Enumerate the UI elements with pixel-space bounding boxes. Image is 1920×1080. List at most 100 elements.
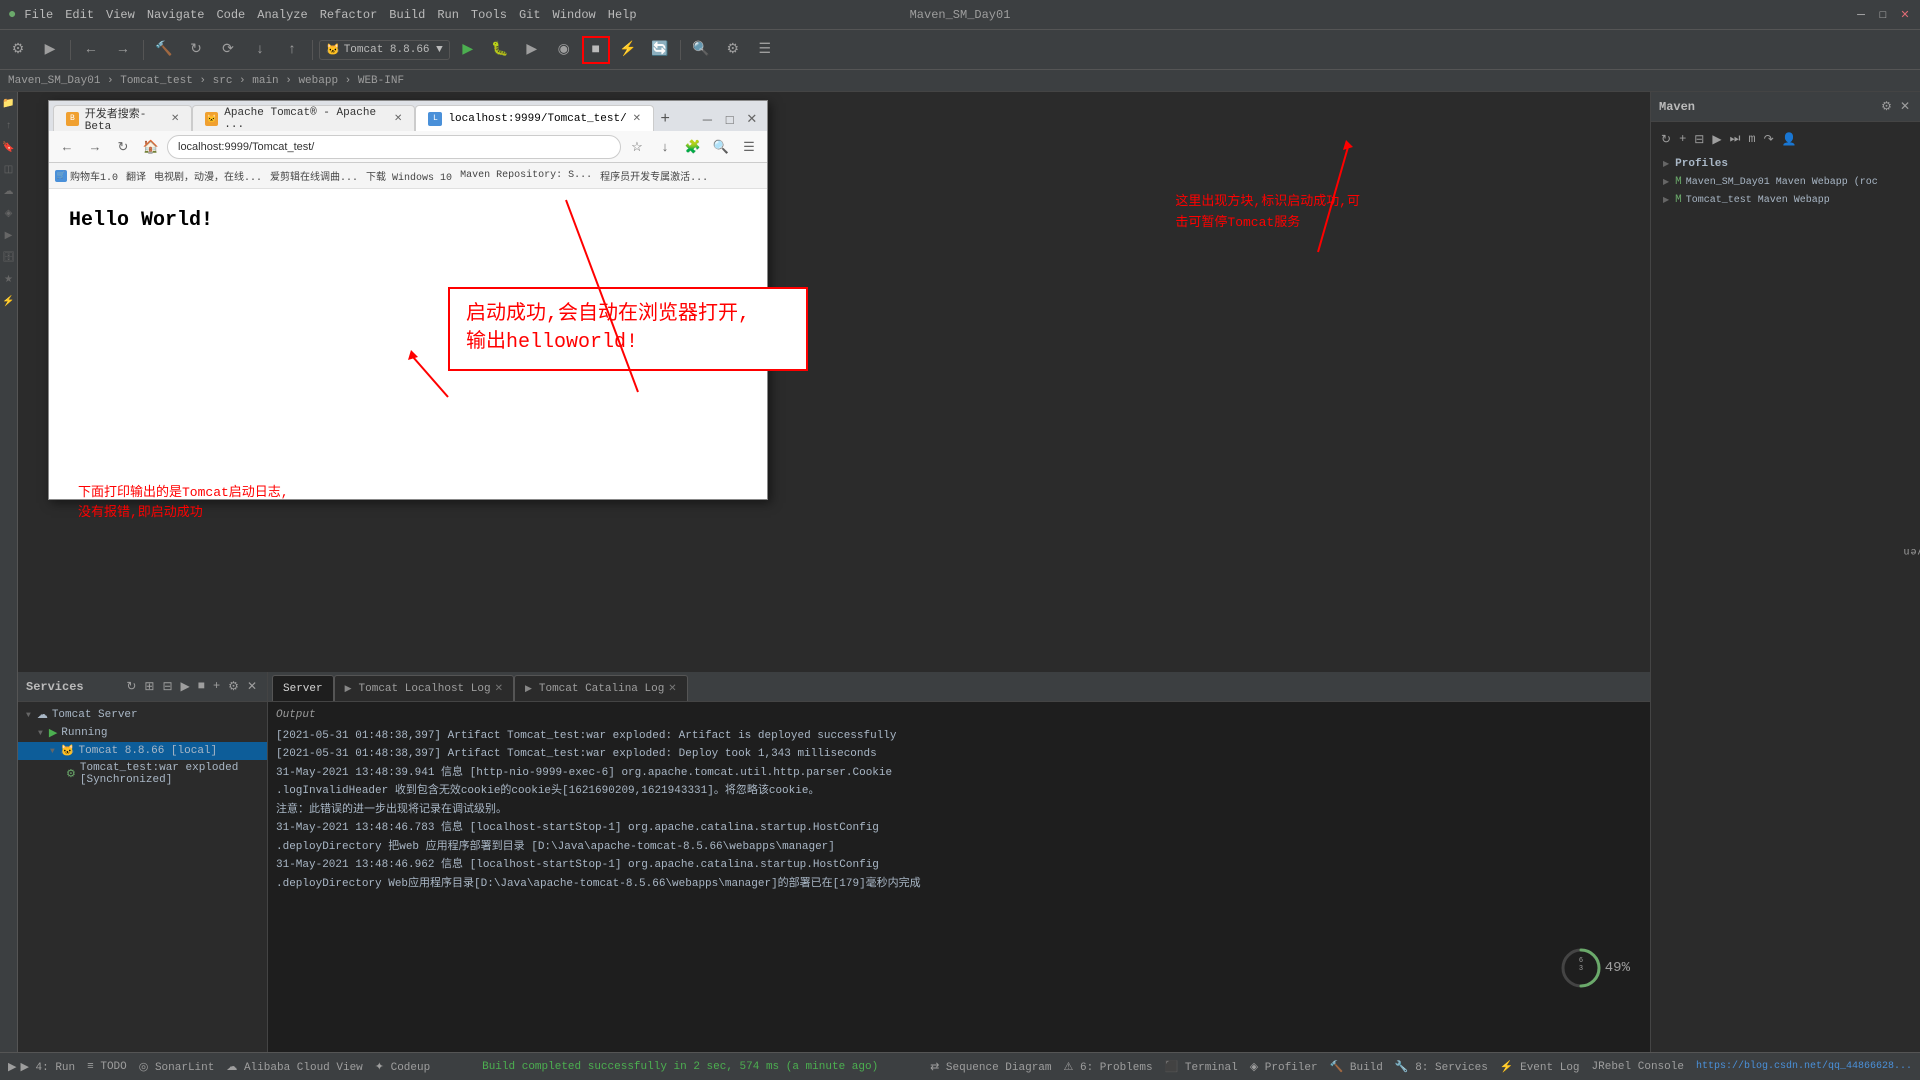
browser-maximize-btn[interactable]: □ xyxy=(719,107,741,131)
jrebel-console-item[interactable]: JRebel Console xyxy=(1592,1061,1684,1073)
bookmark-7[interactable]: 程序员开发专属激活... xyxy=(600,168,708,184)
menu-file[interactable]: File xyxy=(24,8,53,22)
maven-add-icon[interactable]: + xyxy=(1677,130,1688,149)
services-expand-icon[interactable]: ⊞ xyxy=(142,677,156,696)
browser-tab-3[interactable]: L localhost:9999/Tomcat_test/ ✕ xyxy=(415,105,654,131)
event-log-item[interactable]: ⚡ Event Log xyxy=(1500,1060,1580,1074)
tree-item-artifact[interactable]: ⚙ Tomcat_test:war exploded [Synchronized… xyxy=(18,760,267,788)
services-close-icon[interactable]: ✕ xyxy=(245,677,259,696)
tab2-close[interactable]: ✕ xyxy=(394,113,402,125)
maven-icon-m[interactable]: m xyxy=(1746,130,1757,149)
browser-minimize-btn[interactable]: ─ xyxy=(696,107,718,131)
sonar-status-item[interactable]: ◎ SonarLint xyxy=(139,1060,215,1074)
server-tab-2[interactable]: ▶ Tomcat Localhost Log ✕ xyxy=(334,675,514,701)
todo-status-item[interactable]: ≡ TODO xyxy=(87,1061,127,1073)
server-tab-2-close[interactable]: ✕ xyxy=(495,683,503,695)
menu-git[interactable]: Git xyxy=(519,8,541,22)
browser-tab-1[interactable]: B 开发者搜索-Beta ✕ xyxy=(53,105,192,131)
browser-close-btn[interactable]: ✕ xyxy=(741,107,763,131)
alibaba-icon[interactable]: ☁ xyxy=(1,184,17,200)
services-add-icon[interactable]: + xyxy=(211,677,222,696)
toolbar-icon-6[interactable]: ☰ xyxy=(751,36,779,64)
toolbar-forward-icon[interactable]: → xyxy=(109,36,137,64)
bookmark-4[interactable]: 爱剪辑在线调曲... xyxy=(270,168,358,184)
project-icon[interactable]: 📁 xyxy=(1,96,17,112)
debug-button[interactable]: 🐛 xyxy=(486,36,514,64)
server-tab-3[interactable]: ▶ Tomcat Catalina Log ✕ xyxy=(514,675,688,701)
sequence-diagram-item[interactable]: ⇄ Sequence Diagram xyxy=(930,1060,1051,1074)
toolbar-build-icon[interactable]: 🔨 xyxy=(150,36,178,64)
browser-tab-2[interactable]: 🐱 Apache Tomcat® - Apache ... ✕ xyxy=(192,105,415,131)
settings-icon[interactable]: ⚙ xyxy=(719,36,747,64)
bookmark-1[interactable]: 🛒 购物车1.0 xyxy=(55,168,118,184)
home-btn[interactable]: 🏠 xyxy=(139,135,163,159)
build-item[interactable]: 🔨 Build xyxy=(1330,1060,1383,1074)
toolbar-icon-3[interactable]: ↓ xyxy=(246,36,274,64)
menu-build[interactable]: Build xyxy=(389,8,425,22)
toolbar-sync2-icon[interactable]: ⟳ xyxy=(214,36,242,64)
bookmark-6[interactable]: Maven Repository: S... xyxy=(460,170,592,181)
toolbar-icon-2[interactable]: ▶ xyxy=(36,36,64,64)
download-btn[interactable]: ↓ xyxy=(653,135,677,159)
maven-collapse-all-icon[interactable]: ⊟ xyxy=(1692,130,1706,149)
bookmark-3[interactable]: 电视剧，动漫，在线... xyxy=(154,168,262,184)
tab3-close[interactable]: ✕ xyxy=(633,113,641,125)
favorites-icon[interactable]: ★ xyxy=(1,272,17,288)
settings-menu-btn[interactable]: ☰ xyxy=(737,135,761,159)
menu-analyze[interactable]: Analyze xyxy=(257,8,307,22)
toolbar-icon-4[interactable]: ↑ xyxy=(278,36,306,64)
toolbar-sync-icon[interactable]: ↻ xyxy=(182,36,210,64)
run-status-item[interactable]: ▶ ▶ 4: Run xyxy=(8,1060,75,1074)
codeup-status-item[interactable]: ✦ Codeup xyxy=(375,1060,430,1074)
forward-btn[interactable]: → xyxy=(83,135,107,159)
menu-edit[interactable]: Edit xyxy=(65,8,94,22)
menu-window[interactable]: Window xyxy=(553,8,596,22)
terminal-item[interactable]: ⬛ Terminal xyxy=(1165,1060,1238,1074)
menu-run[interactable]: Run xyxy=(437,8,459,22)
services-run-icon[interactable]: ▶ xyxy=(179,677,192,696)
search-everywhere-icon[interactable]: 🔍 xyxy=(687,36,715,64)
menu-navigate[interactable]: Navigate xyxy=(147,8,205,22)
bookmark-5[interactable]: 下载 Windows 10 xyxy=(366,168,452,184)
extensions-btn[interactable]: 🧩 xyxy=(681,135,705,159)
maven-close-icon[interactable]: ✕ xyxy=(1898,97,1912,116)
services-refresh-icon[interactable]: ↻ xyxy=(124,677,138,696)
commit-icon[interactable]: ↑ xyxy=(1,118,17,134)
menu-code[interactable]: Code xyxy=(216,8,245,22)
bookmark-btn[interactable]: ☆ xyxy=(625,135,649,159)
toolbar-back-icon[interactable]: ← xyxy=(77,36,105,64)
tomcat-config-dropdown[interactable]: 🐱 Tomcat 8.8.66 ▼ xyxy=(319,40,450,60)
database-icon[interactable]: 🗄 xyxy=(1,250,17,266)
toolbar-icon-5[interactable]: 🔄 xyxy=(646,36,674,64)
maven-run-icon2[interactable]: ▶ xyxy=(1710,130,1723,149)
maximize-button[interactable]: □ xyxy=(1876,8,1890,22)
maven-settings-icon[interactable]: ⚙ xyxy=(1879,97,1894,116)
menu-help[interactable]: Help xyxy=(608,8,637,22)
services-stop-icon[interactable]: ■ xyxy=(196,677,207,696)
run-icon[interactable]: ▶ xyxy=(1,228,17,244)
server-tab-1[interactable]: Server xyxy=(272,675,334,701)
toolbar-icon-1[interactable]: ⚙ xyxy=(4,36,32,64)
structure-icon[interactable]: ◫ xyxy=(1,162,17,178)
back-btn[interactable]: ← xyxy=(55,135,79,159)
menu-view[interactable]: View xyxy=(106,8,135,22)
stop-button[interactable]: ■ xyxy=(582,36,610,64)
alibaba-status-item[interactable]: ☁ Alibaba Cloud View xyxy=(226,1060,362,1074)
services-settings-icon[interactable]: ⚙ xyxy=(226,677,241,696)
search-btn[interactable]: 🔍 xyxy=(709,135,733,159)
menu-refactor[interactable]: Refactor xyxy=(320,8,378,22)
bookmarks-sidebar-icon[interactable]: 🔖 xyxy=(1,140,17,156)
refresh-btn[interactable]: ↻ xyxy=(111,135,135,159)
profiler-item[interactable]: ◈ Profiler xyxy=(1250,1060,1318,1074)
bookmark-2[interactable]: 翻译 xyxy=(126,168,146,184)
close-button[interactable]: ✕ xyxy=(1898,8,1912,22)
jrebel-sidebar-icon[interactable]: ⚡ xyxy=(1,294,17,310)
run-button[interactable]: ▶ xyxy=(454,36,482,64)
tree-item-tomcat-instance[interactable]: ▼ 🐱 Tomcat 8.8.66 [local] xyxy=(18,742,267,760)
menu-tools[interactable]: Tools xyxy=(471,8,507,22)
tab1-close[interactable]: ✕ xyxy=(171,113,179,125)
maven-sidebar-label[interactable]: Maven xyxy=(1898,545,1920,556)
tree-item-tomcat-server[interactable]: ▼ ☁ Tomcat Server xyxy=(18,706,267,724)
problems-item[interactable]: ⚠ 6: Problems xyxy=(1064,1060,1153,1074)
new-tab-button[interactable]: + xyxy=(654,107,676,131)
